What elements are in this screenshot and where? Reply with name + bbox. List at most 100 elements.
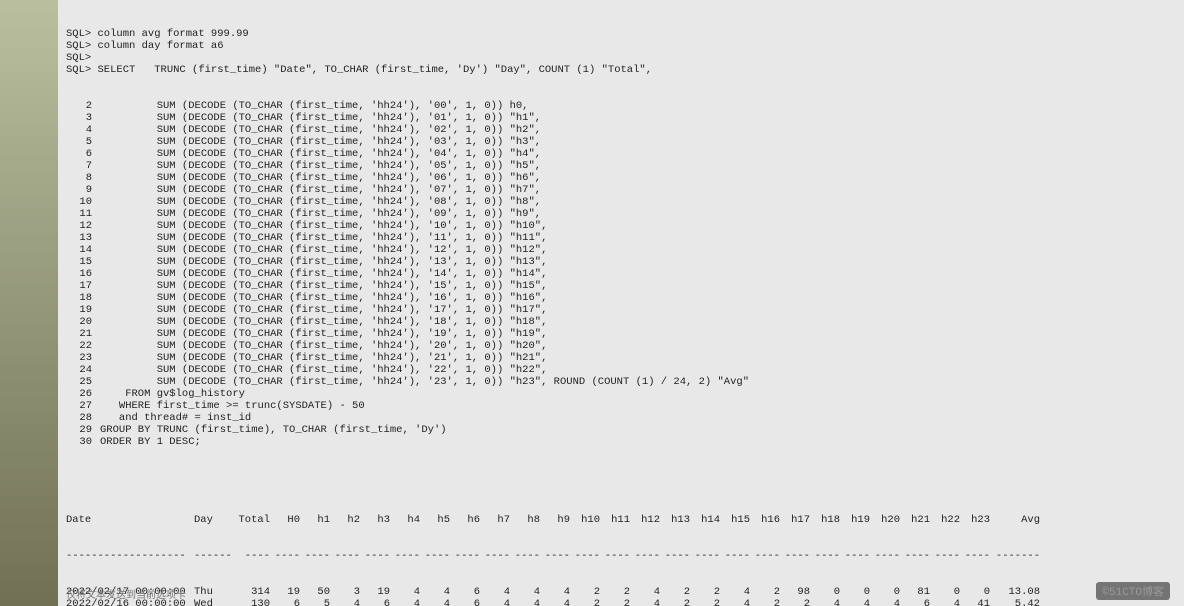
line-text: SUM (DECODE (TO_CHAR (first_time, 'hh24'… [100, 244, 1176, 256]
sql-line: 24 SUM (DECODE (TO_CHAR (first_time, 'hh… [66, 364, 1176, 376]
cell-h6: 6 [450, 598, 480, 606]
line-text: and thread# = inst_id [100, 412, 1176, 424]
line-text: SUM (DECODE (TO_CHAR (first_time, 'hh24'… [100, 328, 1176, 340]
line-text: SUM (DECODE (TO_CHAR (first_time, 'hh24'… [100, 316, 1176, 328]
line-text: SUM (DECODE (TO_CHAR (first_time, 'hh24'… [100, 220, 1176, 232]
line-number: 25 [66, 376, 100, 388]
sql-line: 20 SUM (DECODE (TO_CHAR (first_time, 'hh… [66, 316, 1176, 328]
line-text: SUM (DECODE (TO_CHAR (first_time, 'hh24'… [100, 196, 1176, 208]
window: SQL> column avg format 999.99SQL> column… [0, 0, 1184, 606]
sql-line: 18 SUM (DECODE (TO_CHAR (first_time, 'hh… [66, 292, 1176, 304]
col-sep: ---- [540, 550, 570, 562]
line-number: 8 [66, 172, 100, 184]
sql-line: 15 SUM (DECODE (TO_CHAR (first_time, 'hh… [66, 256, 1176, 268]
col-header: Avg [990, 514, 1040, 526]
cell-total: 130 [234, 598, 270, 606]
table-header: DateDayTotalH0h1h2h3h4h5h6h7h8h9h10h11h1… [66, 514, 1176, 526]
line-number: 7 [66, 160, 100, 172]
sql-line: SQL> column day format a6 [66, 40, 1176, 52]
col-header: h9 [540, 514, 570, 526]
cell-h8: 4 [510, 586, 540, 598]
line-number: 28 [66, 412, 100, 424]
cell-h18: 0 [810, 586, 840, 598]
line-number: 29 [66, 424, 100, 436]
sql-line: 23 SUM (DECODE (TO_CHAR (first_time, 'hh… [66, 352, 1176, 364]
cell-h16: 2 [750, 598, 780, 606]
col-sep: ---- [930, 550, 960, 562]
cell-h22: 0 [930, 586, 960, 598]
cell-h8: 4 [510, 598, 540, 606]
line-text: SUM (DECODE (TO_CHAR (first_time, 'hh24'… [100, 340, 1176, 352]
col-sep: ---- [840, 550, 870, 562]
line-number: 16 [66, 268, 100, 280]
cell-h19: 0 [840, 586, 870, 598]
cell-total: 314 [234, 586, 270, 598]
line-text: GROUP BY TRUNC (first_time), TO_CHAR (fi… [100, 424, 1176, 436]
cell-h7: 4 [480, 598, 510, 606]
sql-line: 12 SUM (DECODE (TO_CHAR (first_time, 'hh… [66, 220, 1176, 232]
sql-line: 13 SUM (DECODE (TO_CHAR (first_time, 'hh… [66, 232, 1176, 244]
col-header: h21 [900, 514, 930, 526]
line-text: SUM (DECODE (TO_CHAR (first_time, 'hh24'… [100, 136, 1176, 148]
col-header: h13 [660, 514, 690, 526]
col-header: h16 [750, 514, 780, 526]
col-sep: ---- [300, 550, 330, 562]
col-header: h22 [930, 514, 960, 526]
line-text: SUM (DECODE (TO_CHAR (first_time, 'hh24'… [100, 292, 1176, 304]
sql-line: 19 SUM (DECODE (TO_CHAR (first_time, 'hh… [66, 304, 1176, 316]
col-sep: ---- [270, 550, 300, 562]
col-sep: ---- [720, 550, 750, 562]
col-sep: ---- [234, 550, 270, 562]
col-sep: ---- [420, 550, 450, 562]
cell-day: Wed [194, 598, 234, 606]
sql-line: 4 SUM (DECODE (TO_CHAR (first_time, 'hh2… [66, 124, 1176, 136]
col-sep: ---- [690, 550, 720, 562]
cell-h0: 19 [270, 586, 300, 598]
line-text: SUM (DECODE (TO_CHAR (first_time, 'hh24'… [100, 124, 1176, 136]
col-header: h14 [690, 514, 720, 526]
line-number: 20 [66, 316, 100, 328]
sql-line: 10 SUM (DECODE (TO_CHAR (first_time, 'hh… [66, 196, 1176, 208]
line-number: 23 [66, 352, 100, 364]
sql-line: 29GROUP BY TRUNC (first_time), TO_CHAR (… [66, 424, 1176, 436]
cell-h11: 2 [600, 598, 630, 606]
col-sep: ---- [570, 550, 600, 562]
col-header: h4 [390, 514, 420, 526]
line-text: SUM (DECODE (TO_CHAR (first_time, 'hh24'… [100, 304, 1176, 316]
cell-h14: 2 [690, 598, 720, 606]
table-row: 2022/02/17 00:00:00Thu314195031944644422… [66, 586, 1176, 598]
col-header: h2 [330, 514, 360, 526]
cell-h0: 6 [270, 598, 300, 606]
col-header: h11 [600, 514, 630, 526]
cell-h10: 2 [570, 586, 600, 598]
cell-h23: 41 [960, 598, 990, 606]
cell-h17: 2 [780, 598, 810, 606]
col-header: Day [194, 514, 234, 526]
line-text: FROM gv$log_history [100, 388, 1176, 400]
line-text: SUM (DECODE (TO_CHAR (first_time, 'hh24'… [100, 364, 1176, 376]
line-text: ORDER BY 1 DESC; [100, 436, 1176, 448]
cell-h3: 19 [360, 586, 390, 598]
line-number: 27 [66, 400, 100, 412]
col-header: h8 [510, 514, 540, 526]
line-text: SUM (DECODE (TO_CHAR (first_time, 'hh24'… [100, 256, 1176, 268]
line-number: 15 [66, 256, 100, 268]
col-sep: ---- [330, 550, 360, 562]
cell-h11: 2 [600, 586, 630, 598]
line-number: 11 [66, 208, 100, 220]
cell-h10: 2 [570, 598, 600, 606]
sql-line: 17 SUM (DECODE (TO_CHAR (first_time, 'hh… [66, 280, 1176, 292]
col-sep: ---- [630, 550, 660, 562]
line-text: SUM (DECODE (TO_CHAR (first_time, 'hh24'… [100, 172, 1176, 184]
cell-h13: 2 [660, 586, 690, 598]
cell-h22: 4 [930, 598, 960, 606]
line-number: 4 [66, 124, 100, 136]
sql-line: 22 SUM (DECODE (TO_CHAR (first_time, 'hh… [66, 340, 1176, 352]
terminal-pane[interactable]: SQL> column avg format 999.99SQL> column… [58, 0, 1184, 606]
cell-h16: 2 [750, 586, 780, 598]
cell-h18: 4 [810, 598, 840, 606]
cell-h20: 4 [870, 598, 900, 606]
col-sep: ---- [480, 550, 510, 562]
sql-line: 25 SUM (DECODE (TO_CHAR (first_time, 'hh… [66, 376, 1176, 388]
cell-h1: 50 [300, 586, 330, 598]
